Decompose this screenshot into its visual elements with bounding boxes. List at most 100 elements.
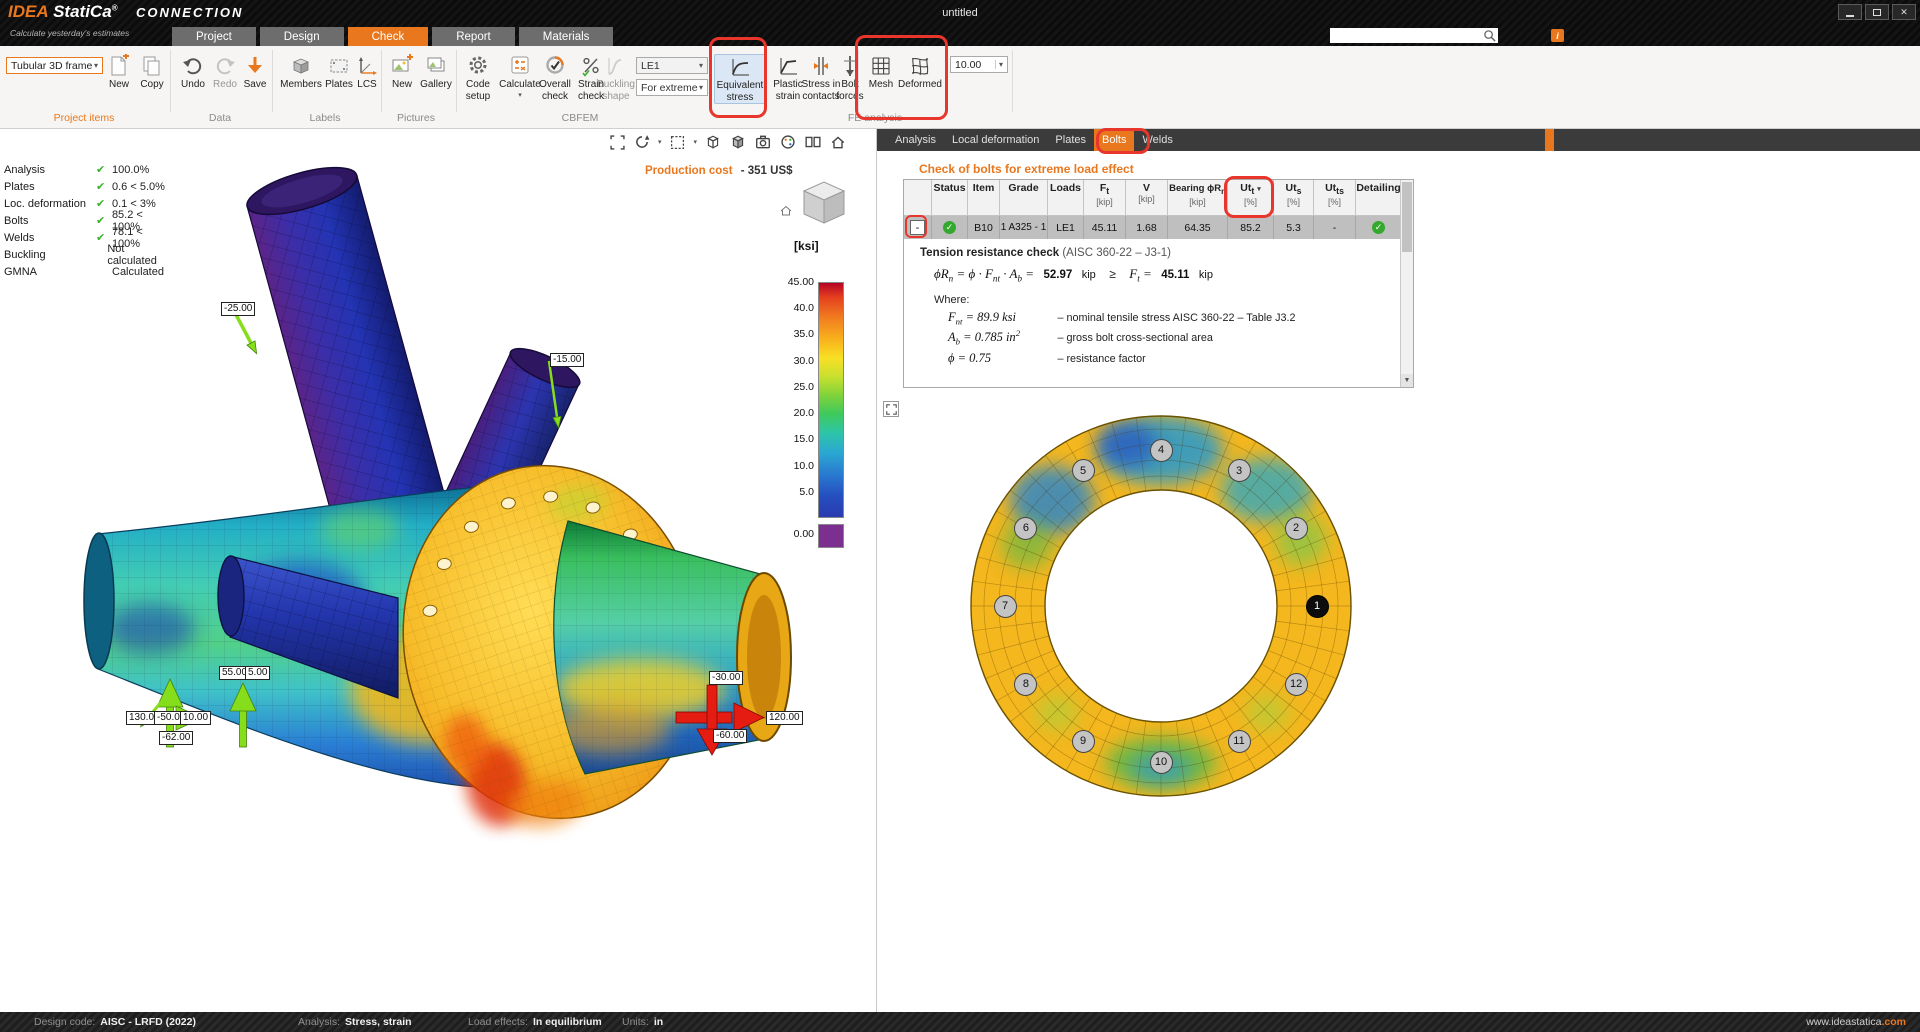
minimize-button[interactable] (1838, 4, 1862, 20)
bolt-3[interactable]: 3 (1228, 459, 1251, 482)
col-item[interactable]: Item (968, 180, 1000, 216)
chevron-down-icon: ▾ (699, 61, 703, 70)
new-project-button[interactable]: New (104, 54, 134, 91)
website-link[interactable]: www.ideastatica.com (1806, 1016, 1906, 1028)
bolt-2[interactable]: 2 (1285, 517, 1308, 540)
col-bearing[interactable]: Bearing ϕRn[kip] (1168, 180, 1228, 216)
bolt-6[interactable]: 6 (1014, 517, 1037, 540)
copy-project-button[interactable]: Copy (136, 54, 168, 91)
bolt-forces-icon (839, 54, 861, 78)
col-detailing[interactable]: Detailing (1356, 180, 1402, 216)
col-utt[interactable]: Utt ▾[%] (1228, 180, 1274, 216)
formula-line: ϕRn = ϕ · Fnt · Ab = 52.97 kip ≥ Ft = 45… (934, 265, 1213, 284)
results-tab-local-deformation[interactable]: Local deformation (944, 129, 1047, 151)
col-status[interactable]: Status (932, 180, 968, 216)
scroll-down-icon[interactable]: ▼ (1401, 374, 1413, 387)
bolt-4[interactable]: 4 (1150, 439, 1173, 462)
fullscreen-icon[interactable] (608, 133, 626, 151)
bolt-8[interactable]: 8 (1014, 673, 1037, 696)
overall-check-button[interactable]: Overall check (536, 54, 574, 102)
col-loads[interactable]: Loads (1048, 180, 1084, 216)
status-load-effects: Load effects:In equilibrium (468, 1016, 602, 1028)
code-setup-button[interactable]: Code setup (460, 54, 496, 102)
mesh-button[interactable]: Mesh (866, 54, 896, 91)
search-box (1330, 28, 1498, 43)
tab-report[interactable]: Report (432, 27, 515, 46)
brace-member-1[interactable] (242, 158, 447, 534)
col-uts[interactable]: Uts[%] (1274, 180, 1314, 216)
plates-labels-button[interactable]: Plates (324, 54, 354, 91)
mesh-size-input[interactable]: 10.00 ▾ (950, 56, 1008, 73)
bolt-5[interactable]: 5 (1072, 459, 1095, 482)
results-tab-welds[interactable]: Welds (1134, 129, 1180, 151)
redo-button[interactable]: Redo (210, 54, 240, 91)
table-row[interactable]: - ✓ B10 1 A325 - 1 LE1 45.11 1.68 64.35 … (904, 216, 1402, 239)
col-utts[interactable]: Utts[%] (1314, 180, 1356, 216)
cell-grade: 1 A325 - 1 (1000, 216, 1048, 239)
check-row: BucklingNot calculated (4, 246, 174, 263)
bolt-1[interactable]: 1 (1306, 595, 1329, 618)
tab-project[interactable]: Project (172, 27, 256, 46)
bolt-forces-button[interactable]: Bolt forces (836, 54, 864, 102)
color-scale: [ksi] 45.0040.035.030.025.020.015.010.05… (770, 129, 852, 559)
col-grade[interactable]: Grade (1000, 180, 1048, 216)
col-v[interactable]: V[kip] (1126, 180, 1168, 216)
search-input[interactable] (1330, 29, 1483, 42)
maximize-button[interactable] (1865, 4, 1889, 20)
collapse-row-button[interactable]: - (910, 220, 925, 235)
close-icon: ✕ (1900, 7, 1908, 18)
app-root: IDEA StatiCa® CONNECTION Calculate yeste… (0, 0, 1920, 1032)
bolt-11[interactable]: 11 (1228, 730, 1251, 753)
solid-cube-icon[interactable] (729, 133, 747, 151)
undo-button[interactable]: Undo (178, 54, 208, 91)
load-effect-dropdown[interactable]: LE1 ▾ (636, 57, 708, 74)
tab-design[interactable]: Design (260, 27, 344, 46)
scale-tick-label: 45.00 (770, 276, 814, 288)
continuing-member[interactable] (550, 521, 791, 774)
bolt-7[interactable]: 7 (994, 595, 1017, 618)
deformed-button[interactable]: Deformed (898, 54, 942, 91)
tab-materials[interactable]: Materials (519, 27, 614, 46)
results-tab-analysis[interactable]: Analysis (887, 129, 944, 151)
cell-utts: - (1314, 216, 1356, 239)
status-bar: Design code:AISC - LRFD (2022) Analysis:… (0, 1012, 1920, 1032)
info-button[interactable]: i (1551, 29, 1564, 42)
check-name: Tension resistance check (920, 247, 1059, 259)
detail-scrollbar[interactable]: ▼ (1400, 180, 1413, 387)
results-tab-plates[interactable]: Plates (1047, 129, 1094, 151)
new-picture-button[interactable]: New (388, 54, 416, 91)
extreme-dropdown[interactable]: For extreme ▾ (636, 79, 708, 96)
chevron-down-icon[interactable]: ▾ (694, 138, 698, 146)
equivalent-stress-button[interactable]: Equivalent stress (714, 54, 766, 104)
bolt-12[interactable]: 12 (1285, 673, 1308, 696)
gallery-button[interactable]: Gallery (418, 54, 454, 91)
check-row: Plates✔0.6 < 5.0% (4, 178, 174, 195)
scale-tick-label: 15.0 (770, 433, 814, 445)
cell-status: ✓ (932, 216, 968, 239)
project-template-dropdown[interactable]: Tubular 3D frame ▾ (6, 57, 103, 74)
col-ft[interactable]: Ft[kip] (1084, 180, 1126, 216)
wireframe-cube-icon[interactable] (704, 133, 722, 151)
gear-icon (467, 54, 489, 78)
buckling-shape-button[interactable]: Buckling shape (596, 54, 636, 102)
tab-check[interactable]: Check (348, 27, 429, 46)
ribbon-separator (272, 50, 273, 112)
save-button[interactable]: Save (240, 54, 270, 91)
chevron-down-icon[interactable]: ▾ (518, 91, 522, 99)
members-labels-button[interactable]: Members (280, 54, 322, 91)
undo-label: Undo (181, 79, 205, 91)
scale-tick-label: 10.0 (770, 460, 814, 472)
results-tab-bolts[interactable]: Bolts (1094, 129, 1134, 151)
close-button[interactable]: ✕ (1892, 4, 1916, 20)
scale-tick-label: 35.0 (770, 328, 814, 340)
check-code-reference: (AISC 360-22 – J3-1) (1062, 247, 1171, 259)
bolt-9[interactable]: 9 (1072, 730, 1095, 753)
chevron-down-icon[interactable]: ▾ (658, 138, 662, 146)
bolt-10[interactable]: 10 (1150, 751, 1173, 774)
orbit-icon[interactable] (633, 133, 651, 151)
crop-select-icon[interactable] (669, 133, 687, 151)
scrollbar-thumb[interactable] (1402, 182, 1412, 252)
lcs-labels-button[interactable]: LCS (354, 54, 380, 91)
bolt-check-table: Status Item Grade Loads Ft[kip] V[kip] B… (903, 179, 1414, 388)
extreme-value: For extreme (641, 82, 698, 94)
